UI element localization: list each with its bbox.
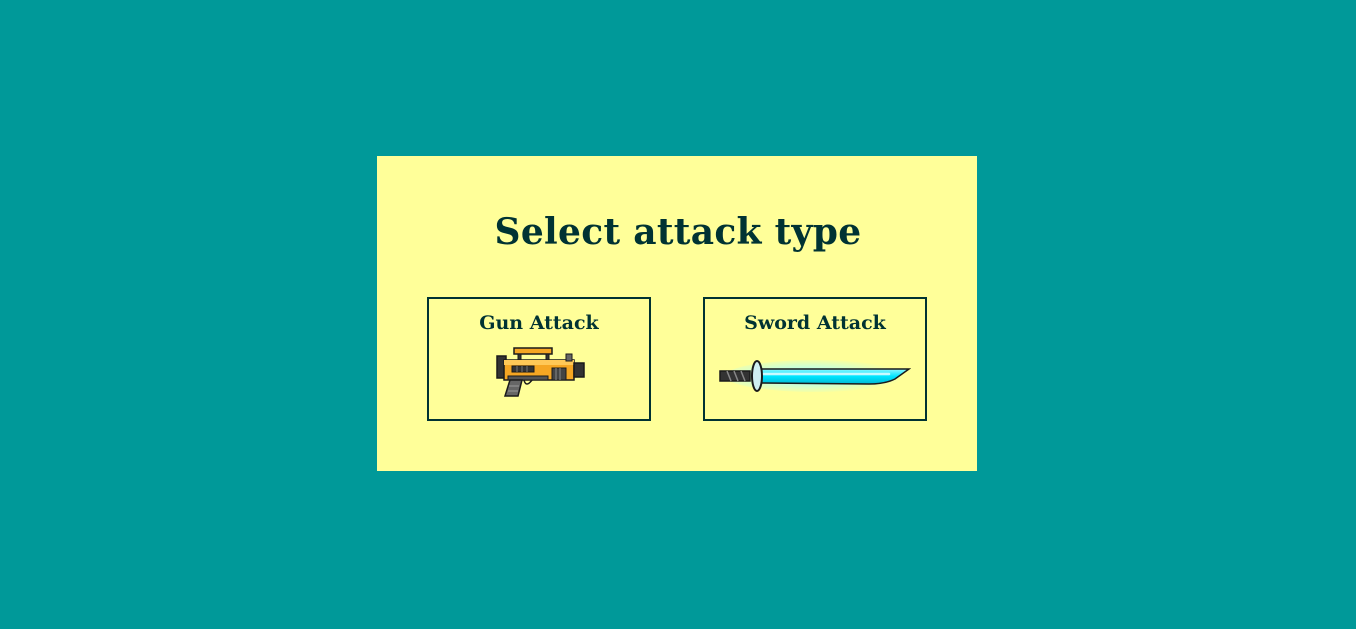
gun-attack-label: Gun Attack [479, 312, 599, 334]
sword-attack-button[interactable]: Sword Attack [703, 297, 927, 421]
game-screen: { "theme": { "background": "#009999", "p… [0, 0, 1356, 629]
glowing-sword-icon [719, 360, 911, 392]
sword-attack-label: Sword Attack [744, 312, 886, 334]
gun-attack-button[interactable]: Gun Attack [427, 297, 651, 421]
blaster-gun-icon [496, 347, 585, 397]
dialog-title: Select attack type [494, 211, 862, 253]
